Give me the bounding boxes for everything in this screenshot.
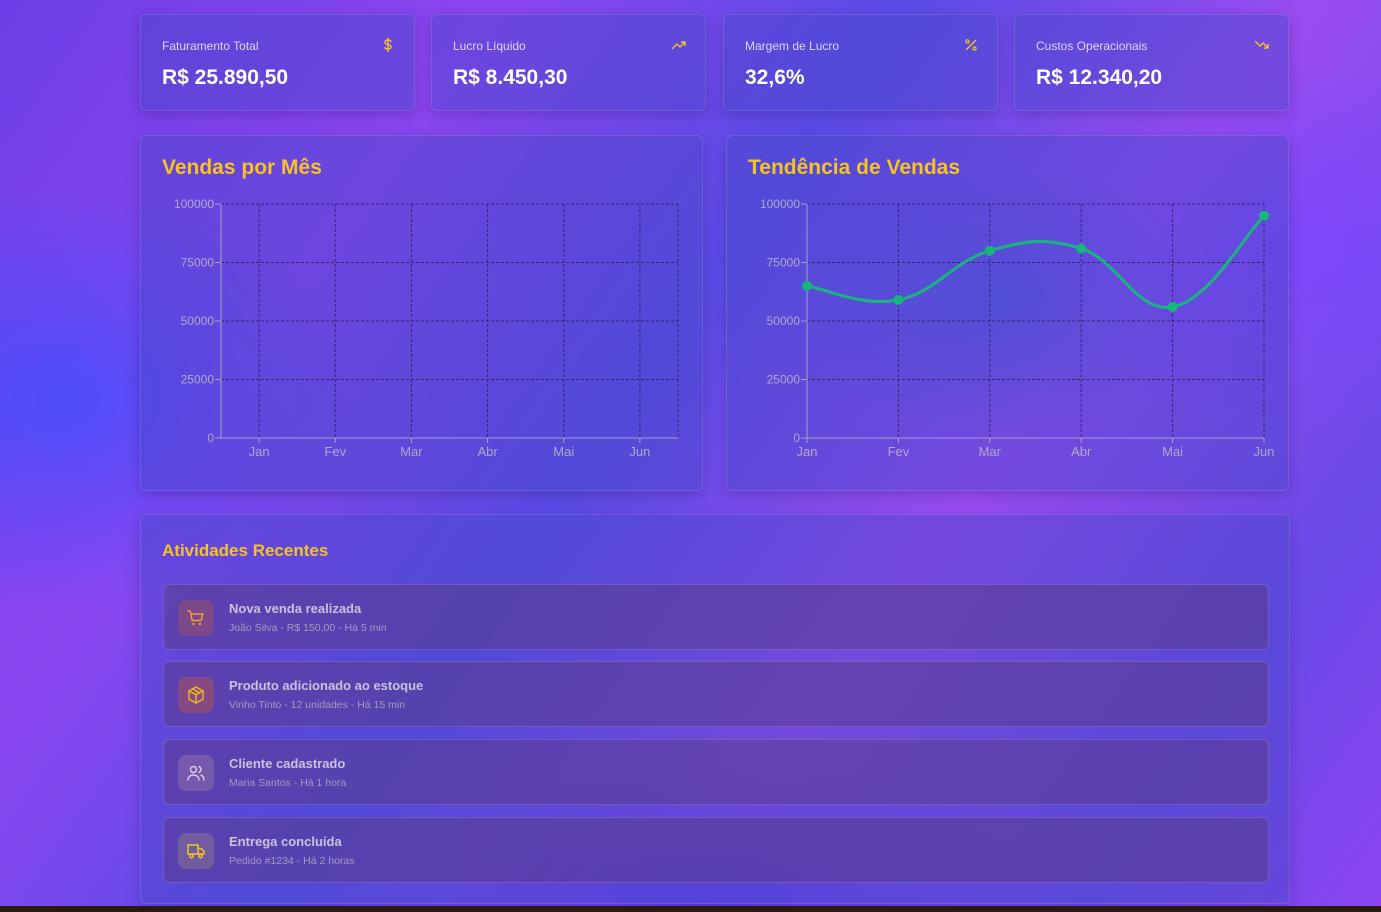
activity-title: Produto adicionado ao estoque — [229, 678, 424, 693]
shopping-cart-icon — [178, 600, 214, 636]
stat-label: Margem de Lucro — [745, 39, 840, 53]
data-point — [1167, 301, 1178, 312]
activity-detail: João Silva - R$ 150,00 - Há 5 min — [229, 622, 387, 634]
y-tick-label: 75000 — [767, 256, 801, 270]
truck-icon — [178, 833, 214, 869]
panel-title: Atividades Recentes — [162, 541, 329, 560]
activity-item[interactable]: Entrega concluída Pedido #1234 - Há 2 ho… — [163, 817, 1269, 883]
stat-card-profit-margin: Margem de Lucro 32,6% — [723, 14, 998, 111]
trending-up-icon — [671, 41, 686, 50]
x-tick-label: Abr — [1071, 444, 1092, 459]
package-icon — [178, 677, 214, 713]
x-tick-label: Jun — [1254, 444, 1275, 459]
y-tick-label: 50000 — [767, 314, 801, 328]
sales-line-chart: 0 25000 50000 75000 100000 Jan Fev Mar Abr Mai Jun — [760, 197, 1275, 459]
data-point — [802, 280, 812, 291]
y-tick-label: 100000 — [760, 197, 800, 211]
activity-item[interactable]: Produto adicionado ao estoque Vinho Tint… — [163, 661, 1269, 727]
activity-item[interactable]: Cliente cadastrado Maria Santos - Há 1 h… — [163, 739, 1269, 805]
data-point — [1076, 243, 1087, 254]
data-point — [984, 245, 995, 256]
y-tick-label: 25000 — [181, 373, 215, 387]
stat-card-operational-costs: Custos Operacionais R$ 12.340,20 — [1014, 14, 1289, 111]
x-tick-label: Mar — [979, 444, 1002, 459]
stat-label: Faturamento Total — [162, 39, 259, 53]
stat-label: Lucro Líquido — [453, 39, 526, 53]
data-point — [1259, 210, 1269, 221]
sales-by-month-panel: Vendas por Mês 0 25000 50000 75000 100000 Jan… — [140, 135, 703, 491]
y-tick-label: 0 — [207, 431, 214, 445]
trending-down-icon — [1254, 40, 1269, 49]
stat-card-revenue: Faturamento Total R$ 25.890,50 — [140, 14, 415, 111]
x-tick-label: Jan — [797, 444, 818, 459]
stat-value: R$ 25.890,50 — [162, 66, 289, 89]
x-tick-label: Mar — [400, 444, 423, 459]
data-point — [893, 294, 904, 305]
percent-icon — [965, 39, 977, 51]
x-tick-label: Jan — [249, 444, 270, 459]
activity-title: Nova venda realizada — [229, 601, 362, 616]
stat-value: 32,6% — [745, 66, 805, 89]
x-tick-label: Mai — [553, 444, 574, 459]
y-tick-label: 100000 — [174, 197, 214, 211]
activity-item[interactable]: Nova venda realizada João Silva - R$ 150… — [163, 584, 1269, 650]
taskbar-strip — [0, 906, 1381, 912]
y-tick-label: 25000 — [767, 373, 801, 387]
x-tick-label: Abr — [477, 444, 498, 459]
users-icon — [178, 755, 214, 791]
activity-title: Entrega concluída — [229, 834, 342, 849]
dollar-icon — [384, 37, 392, 53]
y-tick-label: 50000 — [181, 314, 215, 328]
activity-detail: Pedido #1234 - Há 2 horas — [229, 855, 355, 867]
stat-value: R$ 12.340,20 — [1036, 66, 1163, 89]
stat-label: Custos Operacionais — [1036, 39, 1148, 53]
recent-activities-panel: Atividades Recentes Nova venda realizada… — [140, 514, 1290, 904]
sales-trend-panel: Tendência de Vendas 0 25000 50000 75000 1000… — [726, 135, 1289, 491]
x-tick-label: Fev — [888, 444, 910, 459]
activity-detail: Maria Santos - Há 1 hora — [229, 777, 347, 789]
y-tick-label: 0 — [793, 431, 800, 445]
activity-title: Cliente cadastrado — [229, 756, 346, 771]
x-tick-label: Fev — [324, 444, 346, 459]
series-line — [806, 214, 1266, 309]
stat-value: R$ 8.450,30 — [453, 66, 568, 89]
activity-detail: Vinho Tinto - 12 unidades - Há 15 min — [229, 699, 406, 711]
x-tick-label: Mai — [1162, 444, 1183, 459]
y-tick-label: 75000 — [181, 256, 215, 270]
sales-bar-chart: 0 25000 50000 75000 100000 Jan Fev Mar Abr Mai Jun — [174, 197, 679, 459]
x-tick-label: Jun — [629, 444, 650, 459]
stat-card-net-profit: Lucro Líquido R$ 8.450,30 — [431, 14, 706, 111]
